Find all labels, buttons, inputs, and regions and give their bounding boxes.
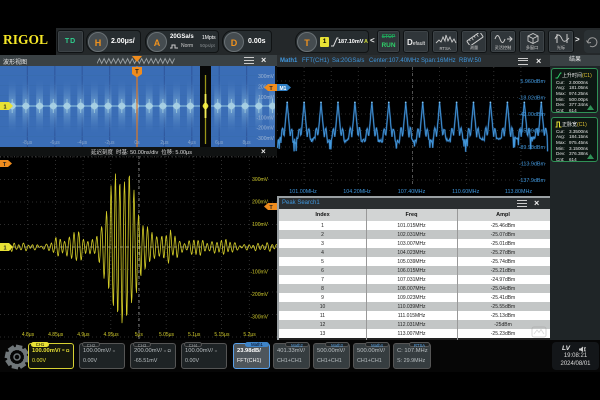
svg-text:5.05μs: 5.05μs: [159, 332, 175, 338]
svg-text:-200mV: -200mV: [256, 126, 274, 132]
svg-text:100mV: 100mV: [258, 95, 275, 101]
svg-text:5.1μs: 5.1μs: [188, 332, 201, 338]
svg-text:5.15μs: 5.15μs: [214, 332, 230, 338]
svg-text:T: T: [135, 70, 139, 76]
svg-text:-100mV: -100mV: [256, 115, 274, 121]
svg-text:4.85μs: 4.85μs: [48, 332, 64, 338]
svg-text:100mV: 100mV: [252, 222, 269, 228]
svg-text:5μs: 5μs: [135, 332, 144, 338]
svg-text:-300mV: -300mV: [250, 315, 268, 321]
svg-text:M1: M1: [280, 86, 287, 92]
svg-text:1: 1: [3, 246, 6, 252]
svg-text:-113.9dBm: -113.9dBm: [519, 162, 545, 168]
svg-text:300mV: 300mV: [252, 177, 269, 183]
svg-text:6μs: 6μs: [215, 140, 224, 146]
svg-text:-65.99dBm: -65.99dBm: [519, 129, 546, 135]
svg-text:-200mV: -200mV: [250, 292, 268, 298]
svg-text:4.9μs: 4.9μs: [77, 332, 90, 338]
svg-text:5.960dBm: 5.960dBm: [520, 79, 545, 85]
svg-text:-4μs: -4μs: [77, 140, 87, 146]
svg-text:113.80MHz: 113.80MHz: [505, 189, 532, 195]
svg-text:4.95μs: 4.95μs: [104, 332, 120, 338]
svg-text:1: 1: [3, 105, 6, 111]
svg-text:-137.9dBm: -137.9dBm: [519, 178, 546, 184]
svg-text:101.00MHz: 101.00MHz: [289, 189, 317, 195]
svg-text:104.20MHz: 104.20MHz: [343, 189, 371, 195]
svg-text:-42.00dBm: -42.00dBm: [519, 112, 546, 118]
svg-text:110.60MHz: 110.60MHz: [452, 189, 479, 195]
svg-text:107.40MHz: 107.40MHz: [398, 189, 426, 195]
svg-text:0s: 0s: [134, 140, 140, 146]
svg-text:5.2μs: 5.2μs: [243, 332, 256, 338]
svg-text:-89.98dBm: -89.98dBm: [519, 145, 546, 151]
svg-text:-300mV: -300mV: [256, 136, 274, 142]
svg-text:2μs: 2μs: [160, 140, 169, 146]
svg-text:-8μs: -8μs: [22, 140, 32, 146]
svg-text:4.8μs: 4.8μs: [22, 332, 35, 338]
svg-text:-6μs: -6μs: [50, 140, 60, 146]
svg-text:-18.02dBm: -18.02dBm: [519, 96, 546, 102]
svg-text:-2μs: -2μs: [105, 140, 115, 146]
svg-text:-100mV: -100mV: [250, 270, 268, 276]
svg-text:8μs: 8μs: [243, 140, 252, 146]
svg-text:4μs: 4μs: [188, 140, 197, 146]
svg-text:300mV: 300mV: [258, 74, 275, 80]
